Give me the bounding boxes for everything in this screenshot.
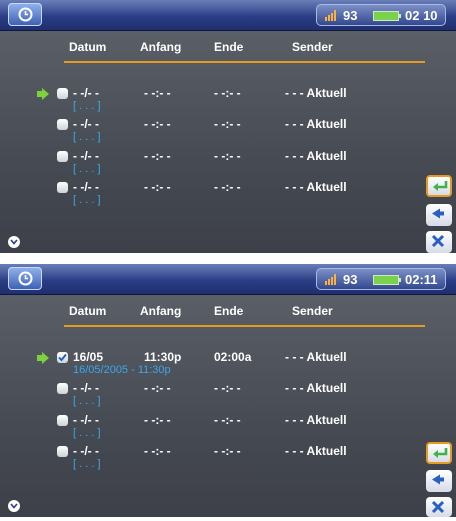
speaker-icon xyxy=(325,10,336,21)
list-item[interactable]: - -/- - - -:- - - -:- - - - - Aktuell [ … xyxy=(0,377,456,408)
battery-icon xyxy=(373,275,401,285)
cell-sender: - - - Aktuell xyxy=(285,86,347,100)
top-bar: 93 02:11 xyxy=(0,264,456,295)
checkbox-icon[interactable] xyxy=(57,415,68,426)
list-item[interactable]: 16/05 11:30p 02:00a - - - Aktuell 16/05/… xyxy=(0,346,456,377)
volume-level: 93 xyxy=(343,8,358,23)
column-header-anfang: Anfang xyxy=(140,40,182,54)
header-divider xyxy=(64,325,425,327)
list-item[interactable]: - -/- - - -:- - - -:- - - - - Aktuell [ … xyxy=(0,440,456,471)
cell-date: 16/05 xyxy=(73,350,104,364)
cell-date: - -/- - xyxy=(73,86,99,100)
list-item[interactable]: - -/- - - -:- - - -:- - - - - Aktuell [ … xyxy=(0,176,456,207)
chevron-down-icon[interactable] xyxy=(8,500,20,512)
cell-start: - -:- - xyxy=(144,149,171,163)
top-bar: 93 02 10 xyxy=(0,0,456,31)
cell-start: - -:- - xyxy=(144,381,171,395)
cell-detail: [ . . . ] xyxy=(73,427,101,439)
enter-button[interactable] xyxy=(426,175,452,197)
cell-date: - -/- - xyxy=(73,117,99,131)
checkbox-icon[interactable] xyxy=(57,352,68,363)
column-header-sender: Sender xyxy=(292,304,333,318)
cell-detail: [ . . . ] xyxy=(73,395,101,407)
checkbox-icon[interactable] xyxy=(57,88,68,99)
cell-end: - -:- - xyxy=(214,149,241,163)
column-header-ende: Ende xyxy=(214,40,244,54)
enter-icon xyxy=(433,181,448,191)
checkbox-icon[interactable] xyxy=(57,383,68,394)
cell-end: - -:- - xyxy=(214,180,241,194)
back-button[interactable] xyxy=(426,204,452,226)
checkbox-icon[interactable] xyxy=(57,446,68,457)
cell-date: - -/- - xyxy=(73,381,99,395)
close-button[interactable] xyxy=(426,231,452,253)
cell-end: - -:- - xyxy=(214,444,241,458)
header-divider xyxy=(64,61,425,63)
battery-icon xyxy=(373,11,401,21)
cell-start: - -:- - xyxy=(144,86,171,100)
column-header-datum: Datum xyxy=(69,304,107,318)
cell-sender: - - - Aktuell xyxy=(285,149,347,163)
volume-level: 93 xyxy=(343,272,358,287)
cell-end: - -:- - xyxy=(214,86,241,100)
status-panel: 93 02:11 xyxy=(316,268,446,290)
cell-sender: - - - Aktuell xyxy=(285,180,347,194)
cell-detail: [ . . . ] xyxy=(73,100,101,112)
cell-sender: - - - Aktuell xyxy=(285,444,347,458)
cell-date: - -/- - xyxy=(73,413,99,427)
recording-list-screen-2: 93 02:11 Datum Anfang Ende Sender 16/05 … xyxy=(0,264,456,517)
column-header-anfang: Anfang xyxy=(140,304,182,318)
back-icon xyxy=(432,474,444,485)
cell-date: - -/- - xyxy=(73,180,99,194)
close-icon xyxy=(431,500,445,514)
speaker-icon xyxy=(325,274,336,285)
cell-sender: - - - Aktuell xyxy=(285,381,347,395)
back-button[interactable] xyxy=(426,470,452,492)
cell-start: - -:- - xyxy=(144,117,171,131)
cell-start: 11:30p xyxy=(144,350,182,364)
cell-start: - -:- - xyxy=(144,180,171,194)
arrow-right-icon xyxy=(37,352,49,364)
close-button[interactable] xyxy=(426,497,452,517)
checkbox-icon[interactable] xyxy=(57,182,68,193)
cell-detail: 16/05/2005 - 11:30p xyxy=(73,364,171,376)
list-item[interactable]: - -/- - - -:- - - -:- - - - - Aktuell [ … xyxy=(0,82,456,113)
clock-time: 02 10 xyxy=(405,8,438,23)
column-header-ende: Ende xyxy=(214,304,244,318)
cell-date: - -/- - xyxy=(73,444,99,458)
list-item[interactable]: - -/- - - -:- - - -:- - - - - Aktuell [ … xyxy=(0,145,456,176)
checkbox-icon[interactable] xyxy=(57,151,68,162)
enter-icon xyxy=(433,448,448,458)
cell-date: - -/- - xyxy=(73,149,99,163)
cell-end: - -:- - xyxy=(214,381,241,395)
cell-sender: - - - Aktuell xyxy=(285,413,347,427)
column-header-datum: Datum xyxy=(69,40,107,54)
cell-detail: [ . . . ] xyxy=(73,458,101,470)
cell-end: 02:00a xyxy=(214,350,252,364)
cell-start: - -:- - xyxy=(144,413,171,427)
status-panel: 93 02 10 xyxy=(316,4,446,26)
cell-detail: [ . . . ] xyxy=(73,194,101,206)
list-item[interactable]: - -/- - - -:- - - -:- - - - - Aktuell [ … xyxy=(0,113,456,144)
column-header-sender: Sender xyxy=(292,40,333,54)
clock-time: 02:11 xyxy=(405,272,438,287)
clock-icon[interactable] xyxy=(8,267,42,290)
cell-detail: [ . . . ] xyxy=(73,131,101,143)
list-item[interactable]: - -/- - - -:- - - -:- - - - - Aktuell [ … xyxy=(0,409,456,440)
recording-list-screen-1: 93 02 10 Datum Anfang Ende Sender - -/- … xyxy=(0,0,456,253)
close-icon xyxy=(431,234,445,248)
enter-button[interactable] xyxy=(426,442,452,464)
cell-sender: - - - Aktuell xyxy=(285,350,347,364)
back-icon xyxy=(432,208,444,219)
cell-sender: - - - Aktuell xyxy=(285,117,347,131)
cell-end: - -:- - xyxy=(214,117,241,131)
chevron-down-icon[interactable] xyxy=(8,236,20,248)
cell-start: - -:- - xyxy=(144,444,171,458)
arrow-right-icon xyxy=(37,88,49,100)
clock-icon[interactable] xyxy=(8,3,42,26)
cell-end: - -:- - xyxy=(214,413,241,427)
checkbox-icon[interactable] xyxy=(57,119,68,130)
cell-detail: [ . . . ] xyxy=(73,163,101,175)
